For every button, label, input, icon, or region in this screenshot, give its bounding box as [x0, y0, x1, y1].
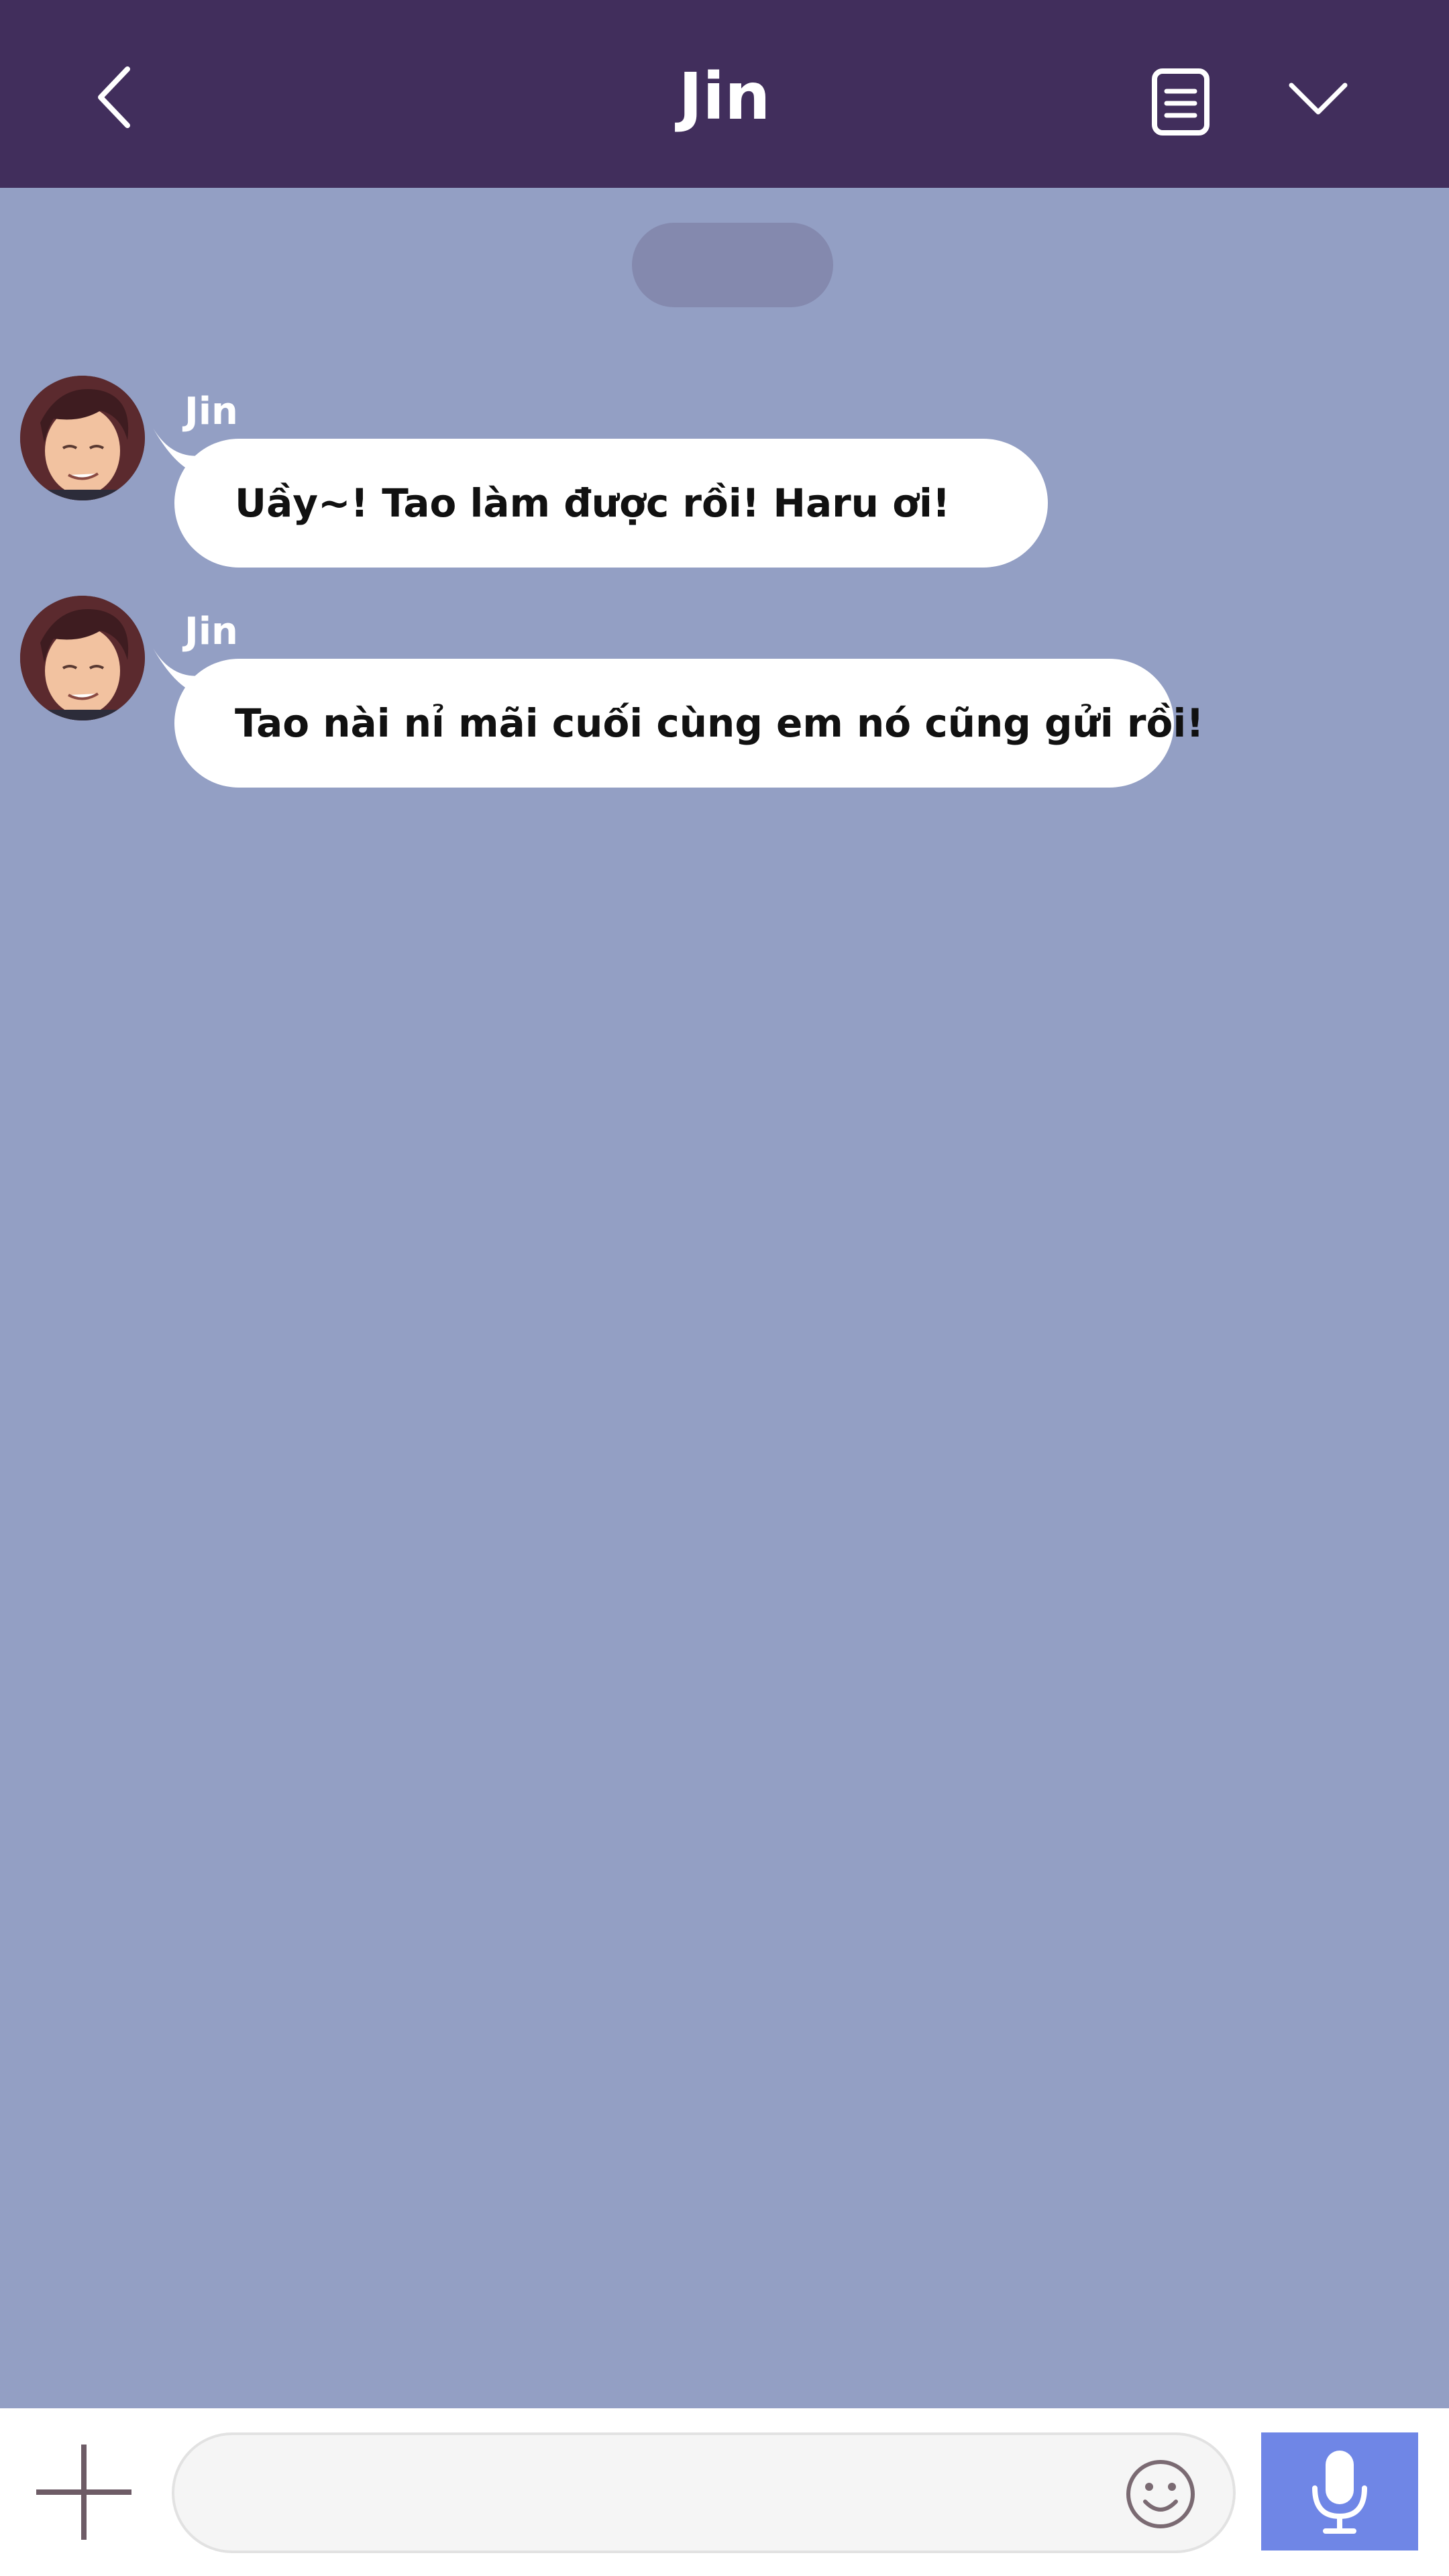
chevron-down-icon — [1289, 83, 1348, 115]
voice-record-button[interactable] — [1261, 2432, 1418, 2551]
avatar-face-icon — [20, 376, 145, 500]
message-input[interactable] — [208, 2435, 1100, 2551]
avatar[interactable] — [20, 596, 145, 720]
chat-title: Jin — [678, 59, 771, 134]
chat-screen: Jin Jin Uầy~! Tao làm được rồi! Haru ơi!… — [0, 0, 1449, 2576]
avatar-face-icon — [20, 596, 145, 720]
emoji-button[interactable] — [1120, 2454, 1201, 2534]
add-attachment-button[interactable] — [34, 2442, 134, 2542]
notes-button[interactable] — [1140, 62, 1221, 142]
microphone-icon — [1312, 2451, 1367, 2534]
message-list[interactable]: Jin Uầy~! Tao làm được rồi! Haru ơi! Jin… — [0, 188, 1449, 2408]
sender-name: Jin — [184, 610, 238, 653]
message-bubble[interactable]: Uầy~! Tao làm được rồi! Haru ơi! — [174, 439, 1048, 568]
message-text: Tao nài nỉ mãi cuối cùng em nó cũng gửi … — [235, 700, 1204, 746]
input-bar — [0, 2408, 1449, 2576]
chevron-left-icon — [98, 66, 130, 128]
back-button[interactable] — [80, 60, 148, 134]
message-text: Uầy~! Tao làm được rồi! Haru ơi! — [235, 480, 951, 526]
avatar[interactable] — [20, 376, 145, 500]
document-icon — [1152, 68, 1210, 136]
collapse-button[interactable] — [1281, 62, 1355, 136]
plus-icon — [36, 2445, 131, 2540]
sender-name: Jin — [184, 390, 238, 433]
message-bubble[interactable]: Tao nài nỉ mãi cuối cùng em nó cũng gửi … — [174, 659, 1204, 788]
smiley-icon — [1126, 2460, 1195, 2528]
message-input-container — [172, 2432, 1236, 2553]
chat-header: Jin — [0, 0, 1449, 188]
date-separator-pill — [632, 223, 833, 307]
